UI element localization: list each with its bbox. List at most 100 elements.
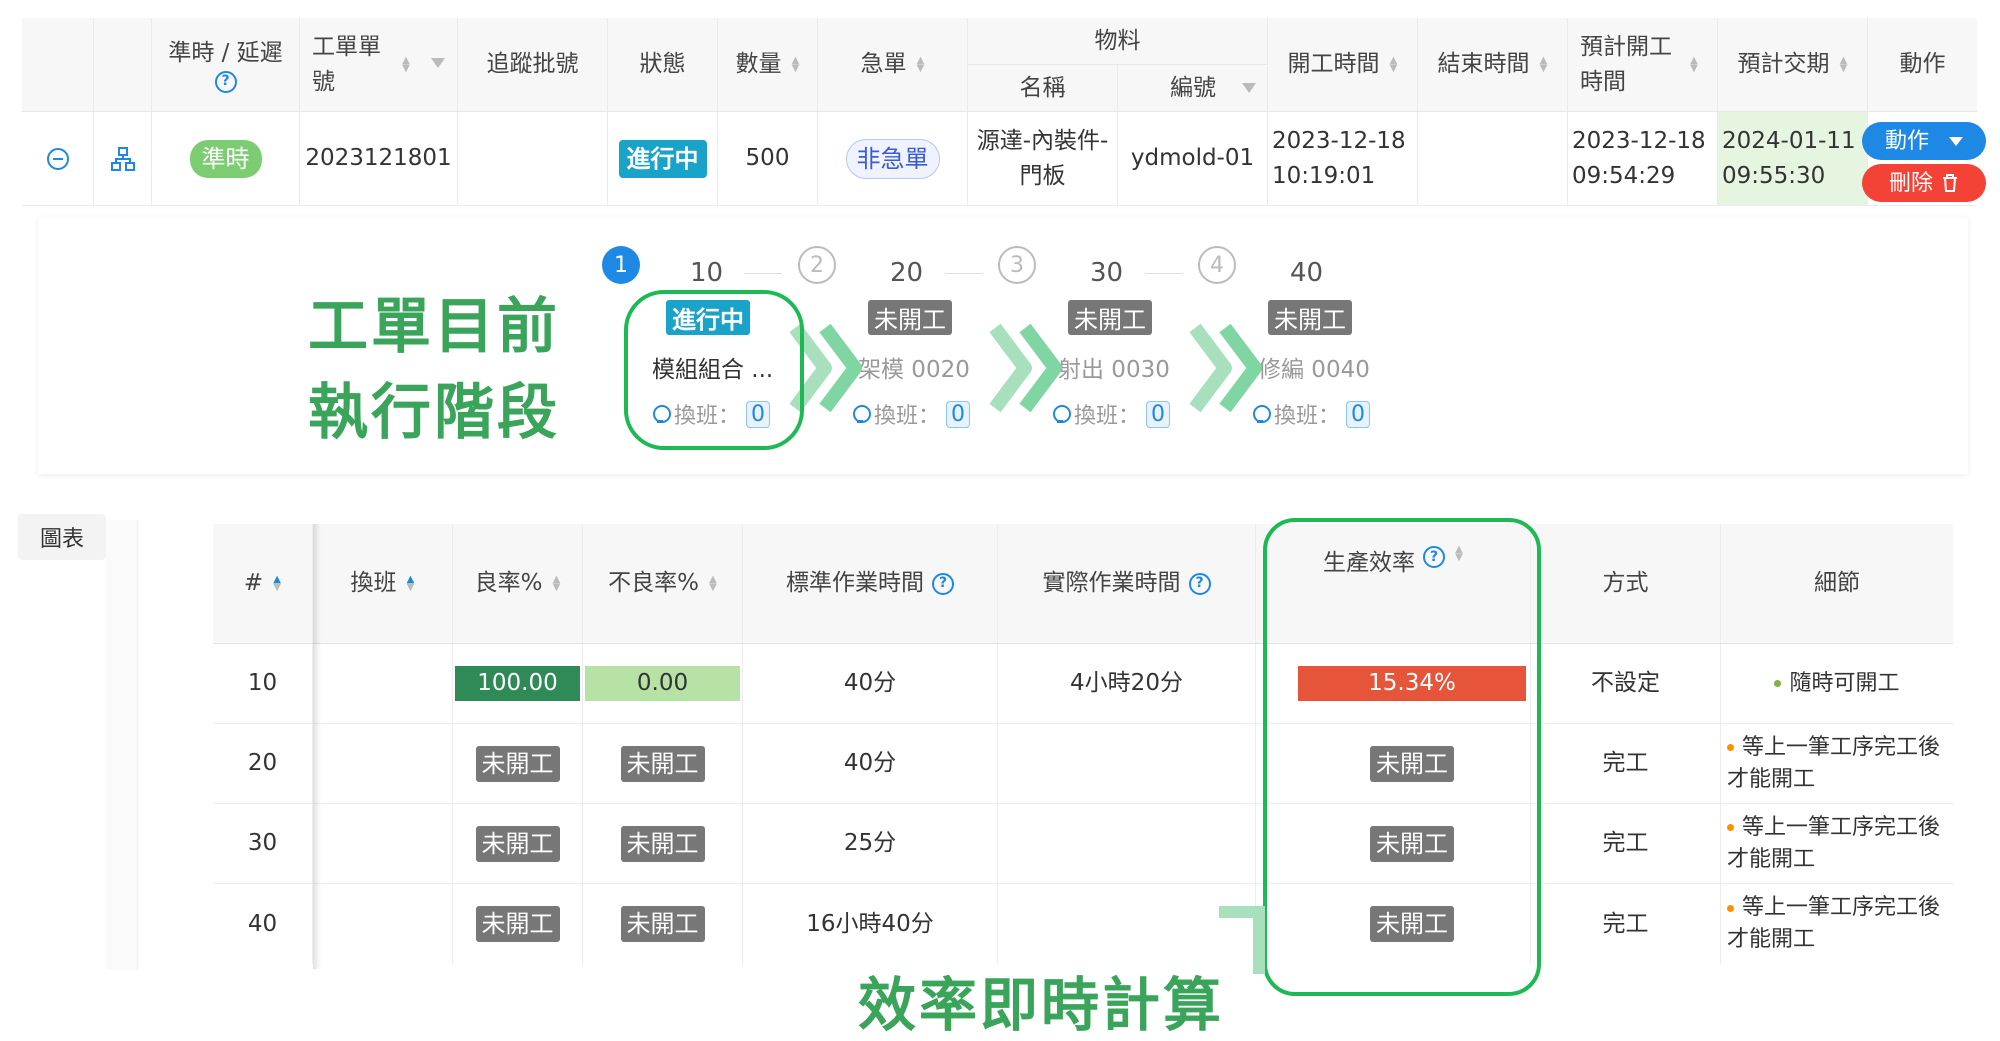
qty-header[interactable]: 數量 ▲ ▼ bbox=[718, 18, 818, 111]
plan-start-header[interactable]: 預計開工時間 ▲ ▼ bbox=[1568, 18, 1718, 111]
shift-count[interactable]: 0 bbox=[1146, 400, 1171, 428]
sort-icon[interactable]: ▲ ▼ bbox=[402, 55, 410, 73]
detail-text: 等上一筆工序完工後才能開工 bbox=[1727, 734, 1941, 792]
std-time-cell: 40分 bbox=[743, 644, 998, 723]
start-time-header-label: 開工時間 bbox=[1287, 51, 1380, 78]
sort-icon[interactable]: ▲ ▼ bbox=[1390, 55, 1398, 73]
material-code-cell: ydmold-01 bbox=[1118, 112, 1268, 205]
detail-cell: 等上一筆工序完工後才能開工 bbox=[1721, 884, 1953, 964]
seq-header-label: # bbox=[243, 570, 264, 597]
expand-col-header bbox=[22, 18, 94, 111]
action-header: 動作 bbox=[1899, 51, 1946, 78]
action-dropdown-button[interactable]: 動作 bbox=[1862, 122, 1986, 160]
shift-header[interactable]: 換班 ▲ ▼ bbox=[313, 524, 453, 643]
work-order-header-row: 準時 / 延遲 ? 工單單號 ▲ ▼ 追蹤批號 狀態 數量 ▲ ▼ 急單 ▲ ▼ 物料… bbox=[22, 18, 1977, 112]
plan-due-header-label: 預計交期 bbox=[1737, 51, 1830, 78]
trash-icon bbox=[1943, 174, 1957, 192]
sort-icon[interactable]: ▲ ▼ bbox=[407, 574, 415, 592]
shift-count[interactable]: 0 bbox=[946, 400, 971, 428]
action-cell: 動作 刪除 bbox=[1862, 112, 1986, 205]
sort-icon[interactable]: ▲ ▼ bbox=[1540, 55, 1548, 73]
yield-cell: 未開工 bbox=[453, 884, 583, 964]
yield-cell: 100.00 bbox=[453, 644, 583, 723]
step-name: 修編 0040 bbox=[1258, 357, 1370, 383]
step-name: 射出 0030 bbox=[1058, 357, 1170, 383]
sort-icon[interactable]: ▲ ▼ bbox=[273, 574, 281, 592]
step-status-badge: 未開工 bbox=[868, 300, 952, 335]
help-icon[interactable]: ? bbox=[214, 70, 237, 93]
on-time-header: 準時 / 延遲 ? bbox=[152, 18, 300, 111]
delete-button[interactable]: 刪除 bbox=[1862, 164, 1986, 202]
seq-cell: 40 bbox=[213, 884, 313, 964]
sort-icon[interactable]: ▲ ▼ bbox=[709, 574, 717, 592]
shift-cell bbox=[313, 884, 453, 964]
status-cell: 進行中 bbox=[608, 112, 718, 205]
shift-header-label: 換班 bbox=[350, 570, 397, 597]
plan-due-value: 2024-01-11 09:55:30 bbox=[1722, 128, 1856, 189]
status-dot bbox=[1774, 680, 1782, 688]
end-time-cell bbox=[1418, 112, 1568, 205]
stage-note-line2: 執行階段 bbox=[308, 378, 560, 448]
shift-count[interactable]: 0 bbox=[1346, 400, 1371, 428]
status-header: 狀態 bbox=[608, 18, 718, 111]
order-no-header[interactable]: 工單單號 ▲ ▼ bbox=[300, 18, 458, 111]
start-time-header[interactable]: 開工時間 ▲ ▼ bbox=[1268, 18, 1418, 111]
tree-view-button[interactable] bbox=[94, 112, 152, 205]
collapse-row-button[interactable] bbox=[22, 112, 94, 205]
tab-chart[interactable]: 圖表 bbox=[18, 514, 106, 560]
efficiency-note: 效率即時計算 bbox=[858, 971, 1225, 1039]
defect-cell: 未開工 bbox=[583, 804, 743, 883]
shift-cell bbox=[313, 724, 453, 803]
yield-value: 未開工 bbox=[475, 745, 560, 782]
sort-icon[interactable]: ▲ ▼ bbox=[917, 55, 925, 73]
urgent-header[interactable]: 急單 ▲ ▼ bbox=[818, 18, 968, 111]
material-code-header[interactable]: 編號 bbox=[1118, 65, 1268, 112]
sort-icon[interactable]: ▲ ▼ bbox=[1690, 55, 1698, 73]
plan-start-header-label: 預計開工時間 bbox=[1580, 34, 1672, 95]
table-row[interactable]: 20 未開工 未開工 40分 未開工 完工 等上一筆工序完工後才能開工 bbox=[213, 724, 1953, 804]
end-time-header[interactable]: 結束時間 ▲ ▼ bbox=[1418, 18, 1568, 111]
yield-header[interactable]: 良率% ▲ ▼ bbox=[453, 524, 583, 643]
filter-icon[interactable] bbox=[431, 58, 445, 68]
sort-icon[interactable]: ▲ ▼ bbox=[1840, 55, 1848, 73]
order-no-cell: 2023121801 bbox=[300, 112, 458, 205]
step-seq: 10 bbox=[690, 258, 724, 288]
yield-value: 100.00 bbox=[455, 666, 580, 701]
on-time-cell: 準時 bbox=[152, 112, 300, 205]
act-time-cell: 4小時20分 bbox=[998, 644, 1256, 723]
std-time-cell: 16小時40分 bbox=[743, 884, 998, 964]
shift-cell bbox=[313, 644, 453, 723]
help-icon[interactable]: ? bbox=[932, 572, 954, 595]
urgent-header-label: 急單 bbox=[860, 51, 907, 78]
yield-cell: 未開工 bbox=[453, 724, 583, 803]
defect-cell: 未開工 bbox=[583, 884, 743, 964]
method-cell: 不設定 bbox=[1531, 644, 1721, 723]
material-header: 物料 bbox=[968, 18, 1267, 65]
work-order-row[interactable]: 準時 2023121801 進行中 500 非急單 源達-內裝件-門板 ydmo… bbox=[22, 112, 1986, 206]
help-icon[interactable]: ? bbox=[1188, 572, 1211, 595]
qty-header-label: 數量 bbox=[735, 51, 782, 78]
urgent-badge: 非急單 bbox=[845, 138, 940, 179]
current-stage-highlight bbox=[624, 290, 804, 450]
step-status-badge: 未開工 bbox=[1268, 300, 1352, 335]
detail-text: 等上一筆工序完工後才能開工 bbox=[1727, 814, 1941, 872]
act-time-cell bbox=[998, 724, 1256, 803]
seq-cell: 10 bbox=[213, 644, 313, 723]
seq-header[interactable]: # ▲ ▼ bbox=[213, 524, 313, 643]
table-row[interactable]: 10 100.00 0.00 40分 4小時20分 15.34% 不設定 隨時可… bbox=[213, 644, 1953, 724]
plan-due-header[interactable]: 預計交期 ▲ ▼ bbox=[1718, 18, 1868, 111]
urgent-cell: 非急單 bbox=[818, 112, 968, 205]
step-name: 架模 0020 bbox=[858, 357, 970, 383]
filter-icon[interactable] bbox=[1242, 83, 1256, 93]
table-row[interactable]: 30 未開工 未開工 25分 未開工 完工 等上一筆工序完工後才能開工 bbox=[213, 804, 1953, 884]
defect-header[interactable]: 不良率% ▲ ▼ bbox=[583, 524, 743, 643]
step-seq: 40 bbox=[1290, 258, 1324, 288]
hierarchy-icon bbox=[110, 146, 135, 171]
act-time-header-label: 實際作業時間 bbox=[1042, 570, 1181, 597]
shift-cell bbox=[313, 804, 453, 883]
sort-icon[interactable]: ▲ ▼ bbox=[792, 55, 800, 73]
sort-icon[interactable]: ▲ ▼ bbox=[552, 574, 561, 592]
stage-note-line1: 工單目前 bbox=[308, 292, 560, 362]
defect-value: 未開工 bbox=[620, 906, 705, 942]
table-row[interactable]: 40 未開工 未開工 16小時40分 未開工 完工 等上一筆工序完工後才能開工 bbox=[213, 884, 1953, 964]
